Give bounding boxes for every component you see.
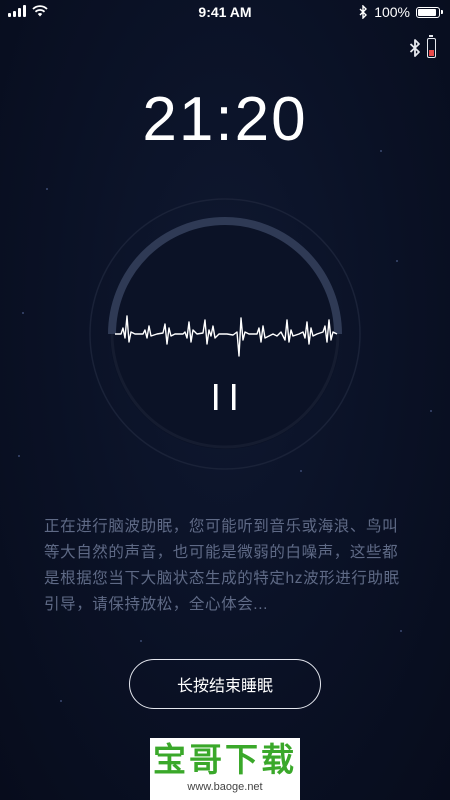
- description-text: 正在进行脑波助眠，您可能听到音乐或海浪、鸟叫等大自然的声音，也可能是微弱的白噪声…: [44, 518, 400, 613]
- end-sleep-button[interactable]: 长按结束睡眠: [129, 659, 321, 709]
- battery-fill: [418, 8, 436, 16]
- bluetooth-icon: [409, 39, 420, 57]
- star: [140, 640, 142, 642]
- status-right: 100%: [359, 4, 443, 20]
- star: [46, 188, 48, 190]
- watermark-url: www.baoge.net: [187, 781, 263, 793]
- status-bar: 9:41 AM 100%: [0, 0, 450, 26]
- battery-percent: 100%: [374, 4, 410, 20]
- star: [60, 700, 62, 702]
- device-status: [409, 35, 436, 58]
- watermark-logo: 宝哥下载 www.baoge.net: [150, 738, 300, 800]
- star: [22, 312, 24, 314]
- watermark-title: 宝哥下载: [153, 741, 297, 778]
- battery-low-fill: [429, 50, 434, 56]
- star: [430, 410, 432, 412]
- sleep-timer: 21:20: [142, 85, 308, 154]
- brainwave-player: [87, 196, 363, 472]
- bluetooth-icon: [359, 5, 368, 19]
- star: [400, 630, 402, 632]
- pause-button[interactable]: [205, 378, 245, 416]
- battery-icon: [416, 6, 443, 18]
- star: [396, 260, 398, 262]
- battery-low-icon: [427, 35, 436, 58]
- pause-icon: [214, 384, 236, 410]
- star: [18, 455, 20, 457]
